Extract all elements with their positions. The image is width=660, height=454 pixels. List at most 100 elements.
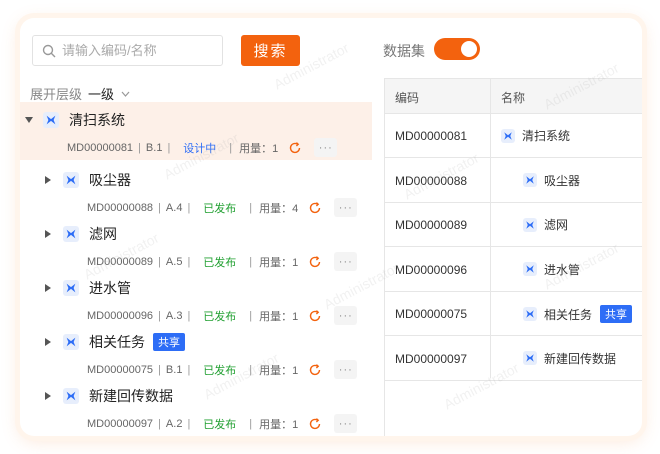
table-row[interactable]: MD00000088 吸尘器 <box>385 159 642 203</box>
expand-caret-icon[interactable] <box>45 230 51 238</box>
status-badge: 已发布 <box>203 310 237 323</box>
component-icon <box>523 262 537 276</box>
dataset-toggle[interactable] <box>434 38 480 60</box>
tree-node[interactable]: 吸尘器 MD00000088 | A.4 | 已发布 | 用量：4 ··· <box>20 162 372 217</box>
component-icon <box>63 388 79 404</box>
cell-code: MD00000097 <box>395 351 468 366</box>
cell-name: 清扫系统 <box>522 129 571 143</box>
tree-node-meta: MD00000081 | B.1 | 设计中 | 用量：1 ··· <box>67 138 338 157</box>
node-usage: 用量：1 <box>259 256 299 269</box>
chevron-down-icon <box>121 91 130 97</box>
cell-code: MD00000075 <box>395 307 468 321</box>
more-actions-button[interactable]: ··· <box>334 252 358 271</box>
status-badge: 已发布 <box>203 256 237 269</box>
status-badge: 已发布 <box>203 202 237 215</box>
node-version: A.5 <box>165 255 183 268</box>
toggle-knob <box>461 41 477 57</box>
node-usage: 用量：1 <box>259 364 299 377</box>
tree-node-meta: MD00000075 | B.1 | 已发布 | 用量：1 ··· <box>87 360 358 379</box>
tree-node-meta: MD00000097 | A.2 | 已发布 | 用量：1 ··· <box>87 414 358 433</box>
refresh-icon[interactable] <box>308 201 322 215</box>
cell-name: 新建回传数据 <box>544 351 617 366</box>
node-usage: 用量：4 <box>259 202 299 215</box>
expand-caret-icon[interactable] <box>25 117 33 123</box>
tree-node[interactable]: 滤网 MD00000089 | A.5 | 已发布 | 用量：1 ··· <box>20 216 372 271</box>
table-row[interactable]: MD00000075 相关任务 共享 <box>385 292 642 336</box>
table-row[interactable]: MD00000089 滤网 <box>385 203 642 247</box>
refresh-icon[interactable] <box>308 363 322 377</box>
refresh-icon[interactable] <box>308 255 322 269</box>
tree-node[interactable]: 新建回传数据 MD00000097 | A.2 | 已发布 | 用量：1 ··· <box>20 378 372 433</box>
more-actions-button[interactable]: ··· <box>314 138 338 157</box>
node-code: MD00000075 <box>87 363 154 376</box>
table-header: 编码 名称 <box>385 78 642 114</box>
tree-node-name[interactable]: 新建回传数据 <box>89 386 173 406</box>
status-badge: 已发布 <box>203 364 237 377</box>
search-input[interactable] <box>62 43 212 58</box>
column-header-code[interactable]: 编码 <box>395 89 419 106</box>
node-code: MD00000081 <box>67 141 134 154</box>
tree-node-name[interactable]: 吸尘器 <box>89 170 131 190</box>
node-usage: 用量：1 <box>259 310 299 323</box>
component-icon <box>501 128 515 143</box>
tree-node[interactable]: 进水管 MD00000096 | A.3 | 已发布 | 用量：1 ··· <box>20 270 372 325</box>
search-box[interactable] <box>32 35 223 66</box>
more-actions-button[interactable]: ··· <box>334 198 358 217</box>
component-icon <box>43 112 59 128</box>
status-badge: 设计中 <box>183 142 217 155</box>
tree-node-name[interactable]: 滤网 <box>89 224 117 244</box>
tree-node-meta: MD00000089 | A.5 | 已发布 | 用量：1 ··· <box>87 252 358 271</box>
refresh-icon[interactable] <box>288 141 302 155</box>
refresh-icon[interactable] <box>308 309 322 323</box>
node-code: MD00000097 <box>87 417 154 430</box>
expand-caret-icon[interactable] <box>45 338 51 346</box>
expand-level-selector[interactable]: 展开层级 一级 <box>30 84 130 103</box>
more-actions-button[interactable]: ··· <box>334 414 358 433</box>
more-actions-button[interactable]: ··· <box>334 360 358 379</box>
expand-caret-icon[interactable] <box>45 176 51 184</box>
cell-name: 相关任务 <box>544 307 593 322</box>
node-version: A.3 <box>165 309 183 322</box>
tree-node-name[interactable]: 进水管 <box>89 278 131 298</box>
cell-code: MD00000096 <box>395 262 468 277</box>
tree-node[interactable]: 相关任务 共享 MD00000075 | B.1 | 已发布 | 用量：1 ··· <box>20 324 372 379</box>
dataset-toggle-label: 数据集 <box>383 43 425 59</box>
component-icon <box>63 334 79 350</box>
column-header-name[interactable]: 名称 <box>501 89 525 106</box>
component-icon <box>63 280 79 296</box>
component-icon <box>63 226 79 242</box>
cell-name: 滤网 <box>544 218 569 232</box>
node-code: MD00000089 <box>87 255 154 268</box>
cell-code: MD00000088 <box>395 173 468 188</box>
tree-node-meta: MD00000088 | A.4 | 已发布 | 用量：4 ··· <box>87 198 358 217</box>
tree-node[interactable]: 清扫系统 MD00000081 | B.1 | 设计中 | 用量：1 ··· <box>20 102 372 160</box>
table-row[interactable]: MD00000081 清扫系统 <box>385 114 642 158</box>
node-usage: 用量：1 <box>239 142 279 155</box>
expand-caret-icon[interactable] <box>45 284 51 292</box>
node-version: A.2 <box>165 417 183 430</box>
tree-node-name[interactable]: 清扫系统 <box>69 110 125 130</box>
table-row[interactable]: MD00000097 新建回传数据 <box>385 337 642 381</box>
search-icon <box>42 44 56 57</box>
more-actions-button[interactable]: ··· <box>334 306 358 325</box>
cell-code: MD00000081 <box>395 129 468 143</box>
component-icon <box>523 351 537 365</box>
component-icon <box>523 307 537 321</box>
refresh-icon[interactable] <box>308 417 322 431</box>
search-button[interactable]: 搜索 <box>241 35 300 66</box>
component-icon <box>63 172 79 188</box>
node-code: MD00000088 <box>87 201 154 214</box>
tree-node-name[interactable]: 相关任务 <box>89 332 145 352</box>
cell-name: 吸尘器 <box>544 173 581 188</box>
node-version: B.1 <box>165 363 183 376</box>
expand-level-value[interactable]: 一级 <box>88 84 114 103</box>
status-badge: 已发布 <box>203 418 237 431</box>
node-version: A.4 <box>165 201 183 214</box>
cell-name: 进水管 <box>544 262 581 277</box>
node-version: B.1 <box>145 141 163 154</box>
expand-caret-icon[interactable] <box>45 392 51 400</box>
table-row[interactable]: MD00000096 进水管 <box>385 248 642 292</box>
node-usage: 用量：1 <box>259 418 299 431</box>
expand-level-label: 展开层级 <box>30 87 83 102</box>
app-window: 搜索 展开层级 一级 清扫系统MD00000081|B.1|设计中|用量：1··… <box>20 18 642 436</box>
